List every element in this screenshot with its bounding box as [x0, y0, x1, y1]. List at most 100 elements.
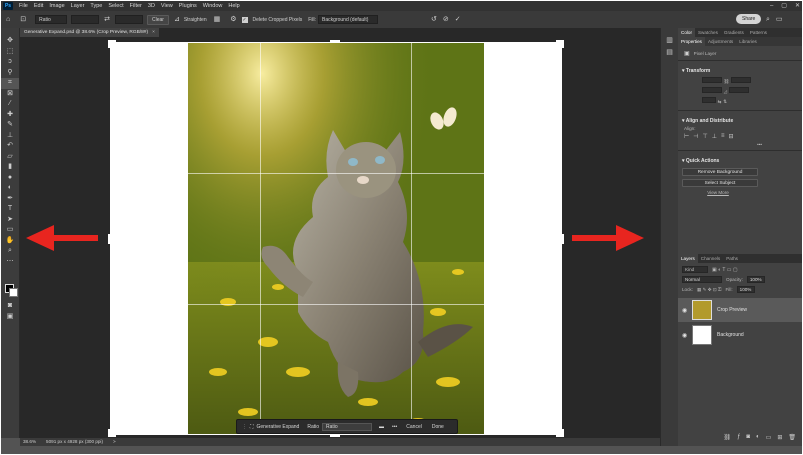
fill-input[interactable]: 100% — [736, 286, 755, 293]
type-tool-icon[interactable]: T — [1, 204, 19, 215]
menu-view[interactable]: View — [158, 1, 176, 11]
tab-adjustments[interactable]: Adjustments — [705, 37, 736, 46]
tab-patterns[interactable]: Patterns — [747, 28, 770, 37]
layer-name[interactable]: Crop Preview — [717, 307, 747, 313]
tab-channels[interactable]: Channels — [698, 254, 723, 263]
settings-gear-icon[interactable]: ⚙ — [230, 11, 236, 28]
share-button[interactable]: Share — [736, 14, 762, 24]
transform-heading[interactable]: ▾ Transform — [678, 64, 802, 75]
history-panel-icon[interactable]: ▥ — [661, 36, 678, 44]
adjustment-layer-icon[interactable]: ◐ — [756, 434, 760, 444]
crop-handle-top[interactable] — [330, 40, 340, 42]
menu-image[interactable]: Image — [46, 1, 67, 11]
swap-ratio-icon[interactable]: ▬ — [379, 424, 384, 430]
delete-cropped-checkbox[interactable]: ✓ — [241, 16, 248, 23]
status-nav-button[interactable]: > — [113, 438, 116, 446]
done-button[interactable]: Done — [432, 424, 444, 430]
brush-tool-icon[interactable]: ✎ — [1, 120, 19, 131]
more-tools-icon[interactable]: ⋯ — [1, 257, 19, 268]
overlay-grid-icon[interactable]: ▦ — [214, 11, 221, 28]
group-icon[interactable]: ▭ — [766, 434, 772, 444]
reset-icon[interactable]: ↺ — [431, 11, 437, 28]
menu-file[interactable]: File — [16, 1, 31, 11]
close-tab-icon[interactable]: × — [152, 30, 155, 35]
crop-handle-left[interactable] — [108, 234, 110, 244]
history-brush-tool-icon[interactable]: ↶ — [1, 141, 19, 152]
width-field[interactable] — [702, 77, 722, 83]
menu-layer[interactable]: Layer — [68, 1, 88, 11]
crop-tool-icon[interactable]: ⊡ — [20, 11, 26, 28]
cancel-crop-icon[interactable]: ⊘ — [443, 11, 449, 28]
screen-mode-icon[interactable]: ▣ — [1, 312, 19, 323]
visibility-eye-icon[interactable]: ◉ — [682, 307, 687, 314]
align-right-icon[interactable]: ⊤ — [702, 133, 707, 140]
home-icon[interactable]: ⌂ — [6, 11, 10, 28]
crop-tool-icon[interactable]: ⌗ — [1, 78, 19, 89]
layer-row-crop-preview[interactable]: ◉ Crop Preview — [678, 298, 802, 322]
crop-handle-top-left-v[interactable] — [108, 40, 110, 48]
tab-gradients[interactable]: Gradients — [721, 28, 747, 37]
visibility-eye-icon[interactable]: ◉ — [682, 332, 687, 339]
tab-libraries[interactable]: Libraries — [736, 37, 760, 46]
blur-tool-icon[interactable]: ● — [1, 173, 19, 184]
menu-type[interactable]: Type — [87, 1, 105, 11]
ratio-select[interactable]: Ratio — [35, 15, 68, 24]
move-tool-icon[interactable]: ✥ — [1, 36, 19, 47]
align-middle-icon[interactable]: ≡ — [721, 133, 725, 140]
maximize-icon[interactable]: ▢ — [781, 1, 787, 11]
quick-actions-heading[interactable]: ▾ Quick Actions — [678, 154, 802, 165]
lock-icons[interactable]: ▦ ✎ ✥ ⊡ ⚿ — [697, 287, 722, 293]
menu-edit[interactable]: Edit — [31, 1, 46, 11]
comments-panel-icon[interactable]: ▤ — [661, 48, 678, 56]
fx-icon[interactable]: ƒ — [737, 434, 740, 444]
document-tab[interactable]: Generative Expand.psd @ 38.6% (Crop Prev… — [20, 28, 159, 37]
ratio-dropdown[interactable]: Ratio — [322, 422, 373, 431]
add-mask-icon[interactable]: ◙ — [746, 434, 750, 444]
quick-mask-icon[interactable]: ◙ — [1, 301, 19, 312]
eraser-tool-icon[interactable]: ▱ — [1, 152, 19, 163]
menu-3d[interactable]: 3D — [145, 1, 158, 11]
height-field[interactable] — [731, 77, 752, 83]
marquee-tool-icon[interactable]: ⬚ — [1, 47, 19, 58]
generative-expand-button[interactable]: Generative Expand — [257, 424, 300, 430]
rectangle-tool-icon[interactable]: ▭ — [1, 225, 19, 236]
flip-horizontal-icon[interactable]: ⇆ — [718, 99, 722, 104]
zoom-level[interactable]: 38.6% — [23, 438, 36, 446]
eyedropper-tool-icon[interactable]: ⁄ — [1, 99, 19, 110]
object-selection-tool-icon[interactable]: ⚲ — [1, 68, 19, 79]
height-input[interactable] — [114, 15, 143, 24]
straighten-icon[interactable]: ⊿ — [174, 11, 180, 28]
blend-mode-select[interactable]: Normal — [682, 276, 722, 283]
fill-select[interactable]: Background (default) — [318, 15, 379, 24]
drag-handle-icon[interactable]: ⋮ — [242, 424, 247, 430]
y-field[interactable] — [728, 87, 749, 93]
menu-plugins[interactable]: Plugins — [176, 1, 200, 11]
x-field[interactable] — [702, 87, 722, 93]
layer-name[interactable]: Background — [717, 332, 744, 338]
crop-canvas[interactable] — [108, 40, 564, 437]
new-layer-icon[interactable]: ⊞ — [777, 434, 782, 444]
workspace-icon[interactable]: ▭ — [776, 11, 783, 28]
minimize-icon[interactable]: – — [770, 1, 773, 11]
canvas-area[interactable]: ⋮ ⛶ Generative Expand Ratio Ratio ▬ ••• … — [20, 37, 660, 438]
align-distribute-heading[interactable]: ▾ Align and Distribute — [678, 114, 802, 125]
angle-field[interactable] — [702, 97, 716, 103]
hand-tool-icon[interactable]: ✋ — [1, 236, 19, 247]
dodge-tool-icon[interactable]: ◐ — [1, 183, 19, 194]
menu-window[interactable]: Window — [200, 1, 226, 11]
tab-paths[interactable]: Paths — [723, 254, 741, 263]
straighten-label[interactable]: Straighten — [184, 17, 207, 23]
commit-check-icon[interactable]: ✓ — [455, 11, 461, 28]
tab-layers[interactable]: Layers — [678, 254, 698, 263]
menu-help[interactable]: Help — [225, 1, 242, 11]
link-icon[interactable]: ⛓ — [724, 79, 730, 84]
remove-background-button[interactable]: Remove Background — [682, 168, 758, 176]
lasso-tool-icon[interactable]: ↄ — [1, 57, 19, 68]
cancel-button[interactable]: Cancel — [406, 424, 422, 430]
delete-layer-icon[interactable]: 🗑 — [788, 434, 796, 444]
path-selection-tool-icon[interactable]: ➤ — [1, 215, 19, 226]
align-bottom-icon[interactable]: ⊟ — [728, 133, 733, 140]
close-window-icon[interactable]: ✕ — [795, 1, 800, 11]
width-input[interactable] — [71, 15, 100, 24]
link-layers-icon[interactable]: ⛓ — [723, 434, 731, 444]
